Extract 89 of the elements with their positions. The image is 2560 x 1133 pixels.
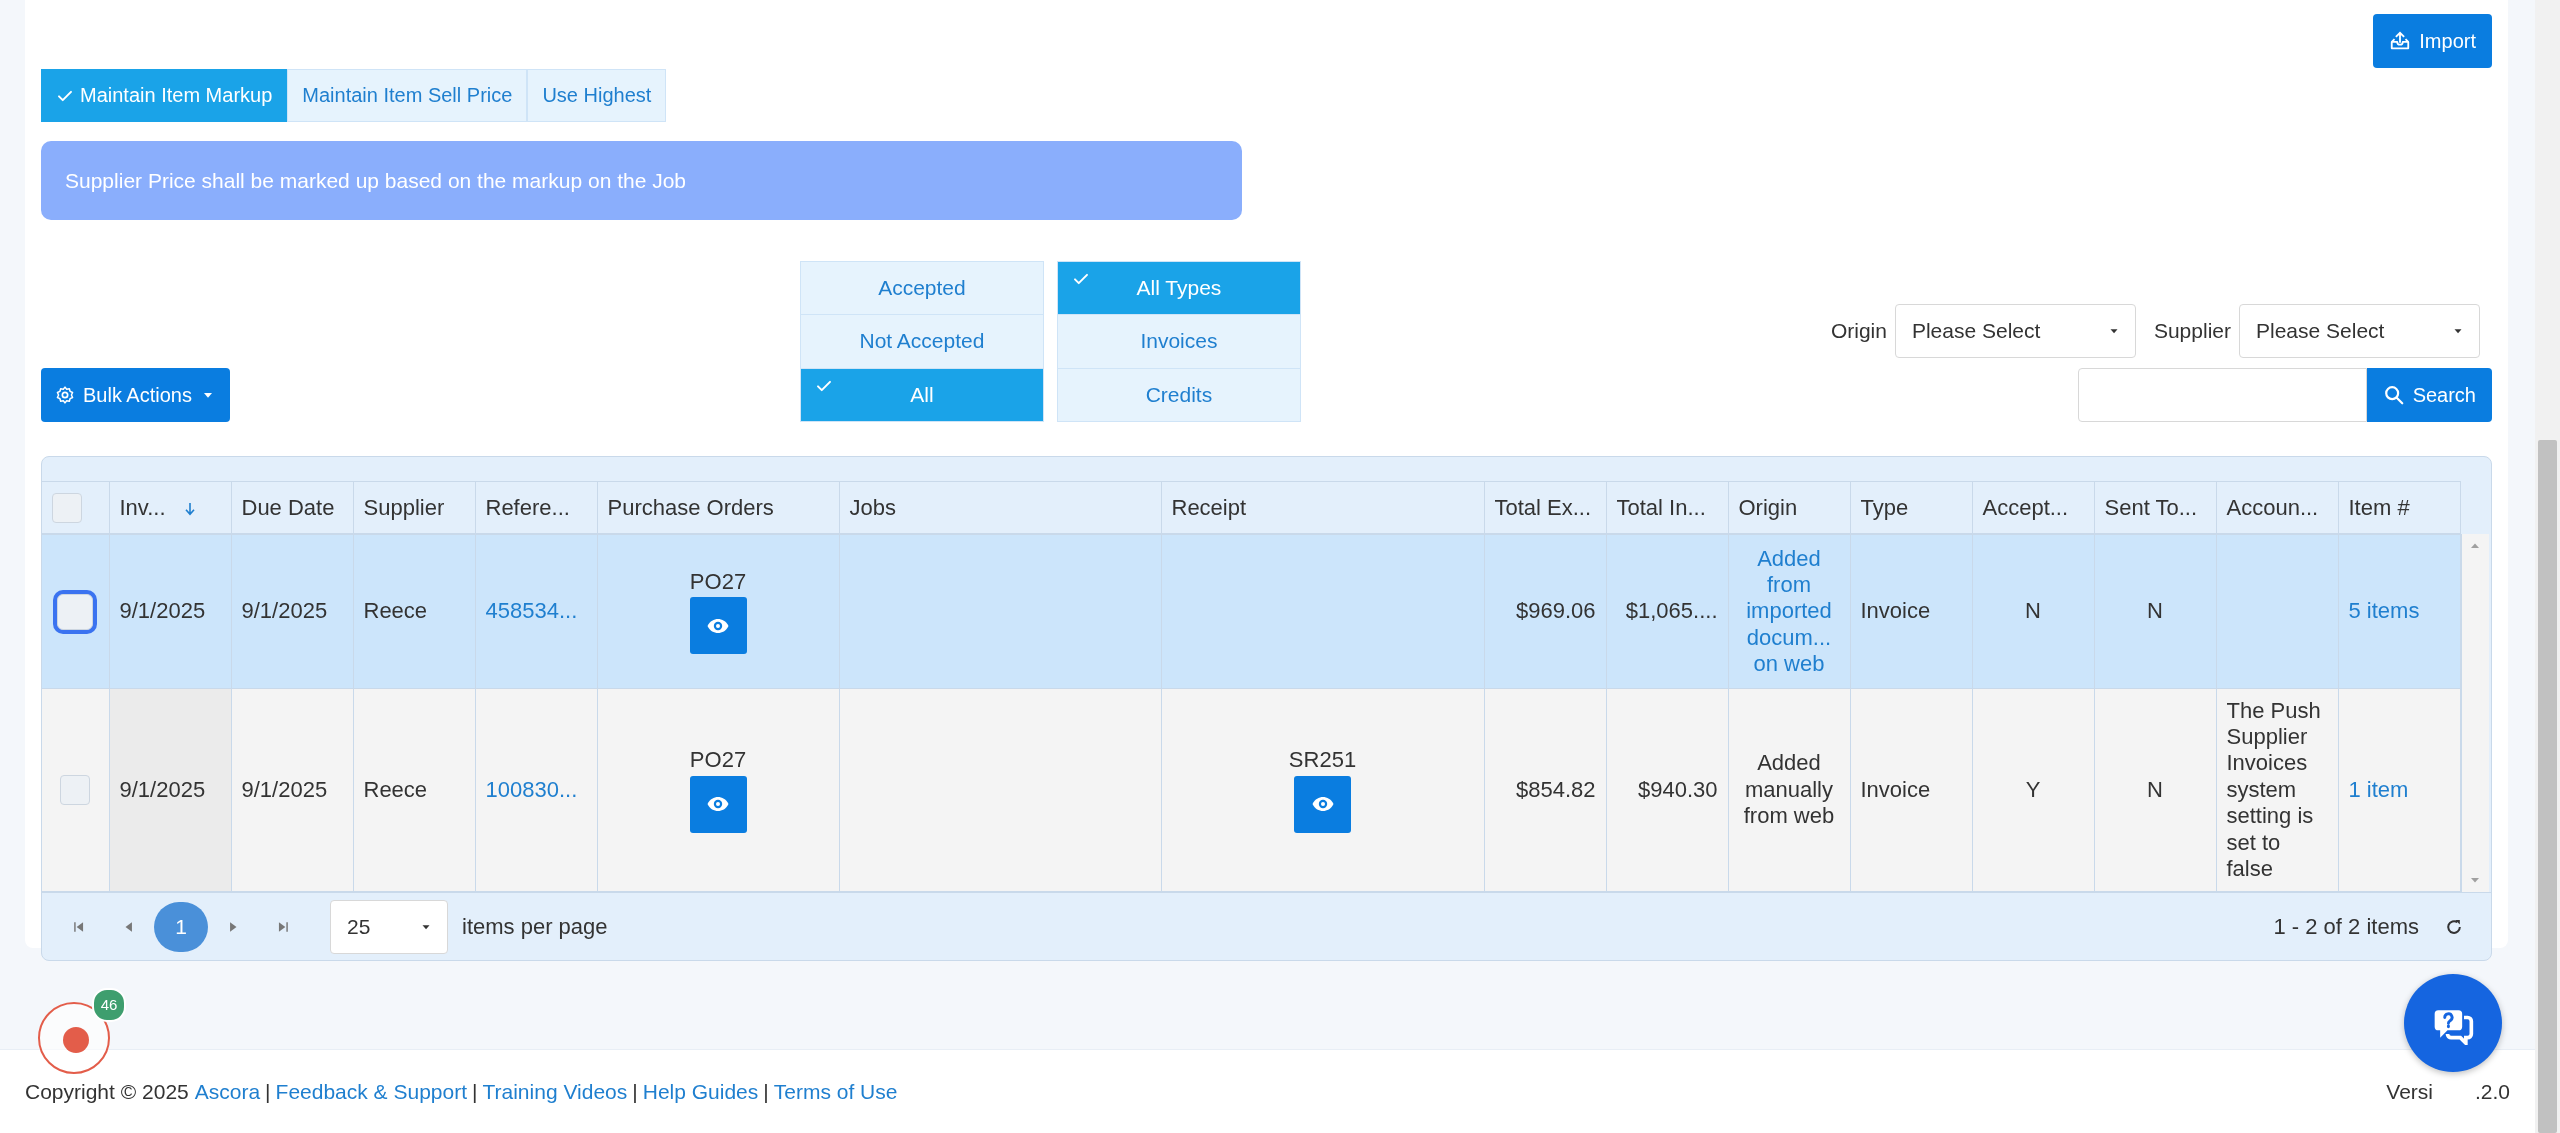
column-header[interactable]: Accept...	[1972, 481, 2094, 534]
scrollbar[interactable]	[2460, 534, 2489, 892]
table-cell: Reece	[363, 598, 428, 624]
purchase-order-number: PO27	[688, 747, 748, 774]
column-header[interactable]: Type	[1850, 481, 1972, 534]
link-separator: |	[472, 1079, 478, 1104]
gear-icon	[55, 385, 75, 405]
bulk-actions-button[interactable]: Bulk Actions	[41, 368, 230, 422]
table-cell: Invoice	[1860, 776, 1931, 802]
column-header[interactable]: Total In...	[1606, 481, 1728, 534]
version-text: Versi	[2386, 1079, 2433, 1104]
last-page-icon	[276, 919, 290, 934]
table-cell: $940.30	[1637, 776, 1718, 802]
items-per-page-label: items per page	[462, 913, 608, 940]
column-header[interactable]: Supplier	[353, 481, 475, 534]
link-separator: |	[265, 1079, 271, 1104]
column-header[interactable]: Due Date	[231, 481, 353, 534]
receipt-number: SR251	[1287, 747, 1358, 774]
table-cell: N	[2025, 598, 2041, 624]
view-button[interactable]	[1294, 775, 1351, 833]
items-link[interactable]: 1 item	[2348, 776, 2409, 802]
select-all-checkbox[interactable]	[52, 492, 82, 523]
filter-option[interactable]: Invoices	[1057, 315, 1300, 369]
column-header[interactable]: Refere...	[475, 481, 597, 534]
table-cell: $969.06	[1515, 598, 1596, 624]
search-icon	[2382, 384, 2405, 406]
footer-link[interactable]: Training Videos	[482, 1079, 628, 1104]
filter-option[interactable]: Accepted	[800, 262, 1043, 316]
table-cell: Reece	[363, 776, 428, 802]
filter-option[interactable]: Not Accepted	[800, 315, 1043, 369]
filter-option[interactable]: All	[800, 368, 1043, 421]
view-button[interactable]	[689, 775, 747, 833]
pricing-mode-tab[interactable]: Maintain Item Markup	[41, 69, 288, 122]
column-header[interactable]: Sent To...	[2094, 481, 2216, 534]
page-size-dropdown[interactable]: 25	[330, 899, 448, 954]
table-cell: 9/1/2025	[119, 776, 206, 802]
pricing-mode-tab[interactable]: Use Highest	[527, 69, 667, 122]
items-link[interactable]: 5 items	[2348, 598, 2420, 624]
footer-link[interactable]: Help Guides	[642, 1079, 759, 1104]
first-page-icon	[72, 919, 86, 934]
view-button[interactable]	[689, 597, 747, 655]
table-cell-text: Added manually from web	[1742, 750, 1836, 830]
dropdown[interactable]: Please Select	[1894, 304, 2136, 358]
search-field[interactable]	[2077, 368, 2367, 422]
column-header[interactable]: Receipt	[1161, 481, 1484, 534]
filter-label: Supplier	[2153, 319, 2231, 343]
filter-option[interactable]: All Types	[1057, 262, 1300, 316]
footer-link[interactable]: Ascora	[194, 1079, 261, 1104]
footer-link[interactable]: Feedback & Support	[275, 1079, 467, 1104]
page-button[interactable]: 1	[154, 901, 208, 952]
table-cell: $854.82	[1515, 776, 1596, 802]
reference-link[interactable]: 458534...	[485, 598, 578, 624]
count-badge: 46	[92, 988, 126, 1022]
copyright-text: Copyright © 2025	[25, 1079, 189, 1104]
link-separator: |	[632, 1079, 638, 1104]
column-header[interactable]: Purchase Orders	[597, 481, 839, 534]
search-button[interactable]: Search	[2366, 368, 2492, 422]
purchase-order-number: PO27	[688, 568, 748, 596]
table-cell: 9/1/2025	[241, 598, 328, 624]
filter-option[interactable]: Credits	[1057, 368, 1300, 421]
column-header[interactable]: Inv...	[109, 481, 231, 534]
column-header[interactable]: Total Ex...	[1484, 481, 1606, 534]
table-cell: N	[2147, 776, 2163, 802]
table-cell: Invoice	[1860, 598, 1931, 624]
table-cell: Y	[2025, 776, 2041, 802]
table-cell: $1,065....	[1625, 598, 1718, 624]
table-cell: The Push Supplier Invoices system setting is set to false	[2226, 697, 2321, 881]
record-dot-icon	[63, 1027, 89, 1053]
table-cell: 9/1/2025	[119, 598, 206, 624]
table-cell: N	[2147, 598, 2163, 624]
pager-summary: 1 - 2 of 2 items	[2273, 913, 2419, 940]
column-header[interactable]: Jobs	[839, 481, 1161, 534]
link-separator: |	[763, 1079, 769, 1104]
help-chat-button[interactable]	[2404, 974, 2502, 1072]
reference-link[interactable]: 100830...	[485, 776, 578, 802]
column-header[interactable]: Origin	[1728, 481, 1850, 534]
footer-link[interactable]: Terms of Use	[773, 1079, 898, 1104]
info-banner: Supplier Price shall be marked up based on the markup on the Job	[41, 141, 1242, 220]
pricing-mode-tab[interactable]: Maintain Item Sell Price	[287, 69, 528, 122]
column-header[interactable]: Accoun...	[2216, 481, 2338, 534]
dropdown[interactable]: Please Select	[2239, 304, 2480, 358]
import-button[interactable]: Import	[2373, 14, 2492, 68]
row-checkbox[interactable]	[60, 775, 91, 805]
upload-icon	[2389, 30, 2412, 52]
column-header[interactable]: Item #	[2338, 481, 2460, 534]
scrollbar[interactable]	[2535, 0, 2560, 1133]
filter-label: Origin	[1830, 319, 1887, 343]
version-text: .2.0	[2474, 1079, 2510, 1104]
table-cell: 9/1/2025	[241, 776, 328, 802]
